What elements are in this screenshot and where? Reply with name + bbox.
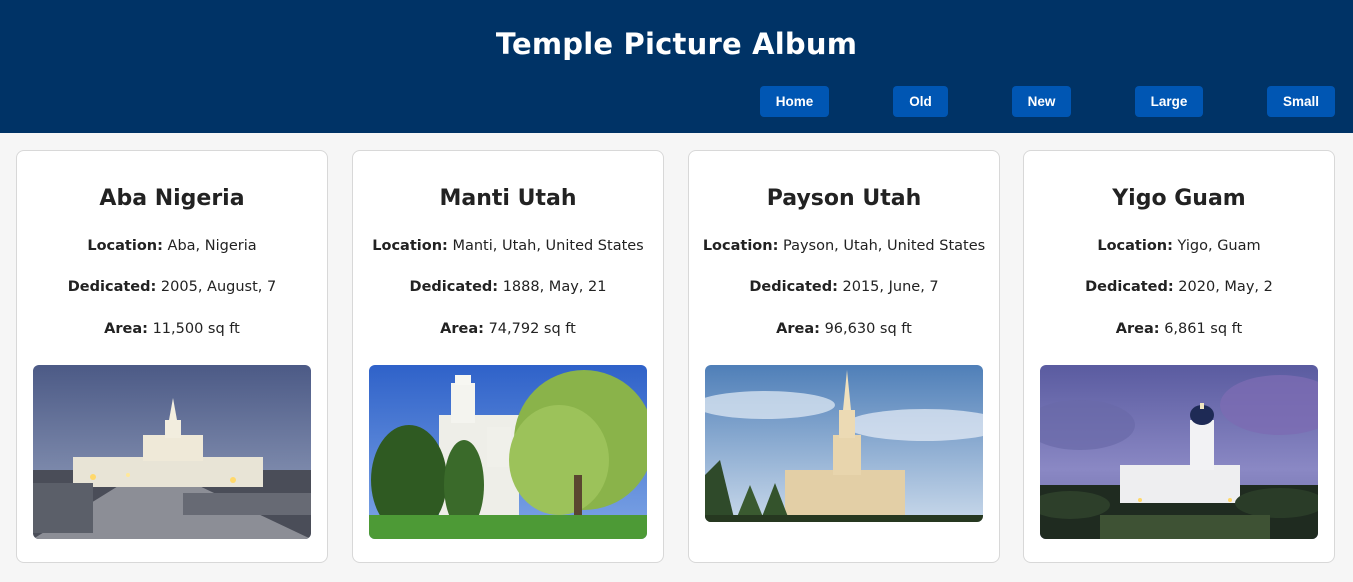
- temple-photo[interactable]: [705, 365, 983, 522]
- area-label: Area:: [440, 321, 484, 337]
- temple-location: Location: Aba, Nigeria: [17, 238, 327, 254]
- dedicated-value: 2020, May, 2: [1178, 279, 1273, 295]
- dedicated-value: 2005, August, 7: [160, 279, 277, 295]
- temple-dedicated: Dedicated: 2020, May, 2: [1024, 279, 1334, 295]
- temple-name: Aba Nigeria: [99, 186, 245, 211]
- temple-location: Location: Manti, Utah, United States: [353, 238, 663, 254]
- temple-name: Manti Utah: [439, 186, 577, 211]
- area-label: Area:: [104, 321, 148, 337]
- main-nav: Home Old New Large Small: [0, 86, 1353, 117]
- area-value: 6,861 sq ft: [1164, 321, 1243, 337]
- dedicated-label: Dedicated:: [749, 279, 838, 295]
- nav-small-button[interactable]: Small: [1267, 86, 1335, 117]
- temple-area: Area: 96,630 sq ft: [689, 321, 999, 337]
- area-label: Area:: [776, 321, 820, 337]
- dedicated-label: Dedicated:: [409, 279, 499, 295]
- nav-new-button[interactable]: New: [1012, 86, 1071, 117]
- temple-photo[interactable]: [1040, 365, 1318, 539]
- temple-card: Yigo Guam Location: Yigo, Guam Dedicated…: [1023, 150, 1335, 563]
- dedicated-label: Dedicated:: [1085, 279, 1174, 295]
- location-label: Location:: [1097, 238, 1173, 254]
- temple-photo[interactable]: [369, 365, 647, 539]
- area-value: 96,630 sq ft: [824, 321, 912, 337]
- location-value: Payson, Utah, United States: [783, 238, 986, 254]
- temple-area: Area: 11,500 sq ft: [17, 321, 327, 337]
- area-value: 74,792 sq ft: [488, 321, 576, 337]
- dedicated-value: 1888, May, 21: [502, 279, 607, 295]
- site-header: Temple Picture Album Home Old New Large …: [0, 0, 1353, 133]
- location-label: Location:: [87, 238, 163, 254]
- nav-home-button[interactable]: Home: [760, 86, 829, 117]
- nav-large-button[interactable]: Large: [1135, 86, 1203, 117]
- location-value: Aba, Nigeria: [167, 238, 257, 254]
- temple-card: Aba Nigeria Location: Aba, Nigeria Dedic…: [16, 150, 328, 563]
- temple-area: Area: 74,792 sq ft: [353, 321, 663, 337]
- temple-location: Location: Payson, Utah, United States: [689, 238, 999, 254]
- page-title: Temple Picture Album: [495, 27, 858, 61]
- dedicated-value: 2015, June, 7: [842, 279, 939, 295]
- temple-dedicated: Dedicated: 2005, August, 7: [17, 279, 327, 295]
- temple-name: Payson Utah: [766, 186, 922, 211]
- temple-card: Payson Utah Location: Payson, Utah, Unit…: [688, 150, 1000, 563]
- temple-name: Yigo Guam: [1112, 186, 1246, 211]
- location-value: Manti, Utah, United States: [452, 238, 644, 254]
- location-label: Location:: [372, 238, 448, 254]
- temple-location: Location: Yigo, Guam: [1024, 238, 1334, 254]
- location-value: Yigo, Guam: [1177, 238, 1261, 254]
- temple-card: Manti Utah Location: Manti, Utah, United…: [352, 150, 664, 563]
- location-label: Location:: [702, 238, 779, 254]
- temple-area: Area: 6,861 sq ft: [1024, 321, 1334, 337]
- area-value: 11,500 sq ft: [152, 321, 240, 337]
- dedicated-label: Dedicated:: [67, 279, 157, 295]
- temple-dedicated: Dedicated: 2015, June, 7: [689, 279, 999, 295]
- temple-photo[interactable]: [33, 365, 311, 539]
- temple-dedicated: Dedicated: 1888, May, 21: [353, 279, 663, 295]
- nav-old-button[interactable]: Old: [893, 86, 948, 117]
- area-label: Area:: [1115, 321, 1160, 337]
